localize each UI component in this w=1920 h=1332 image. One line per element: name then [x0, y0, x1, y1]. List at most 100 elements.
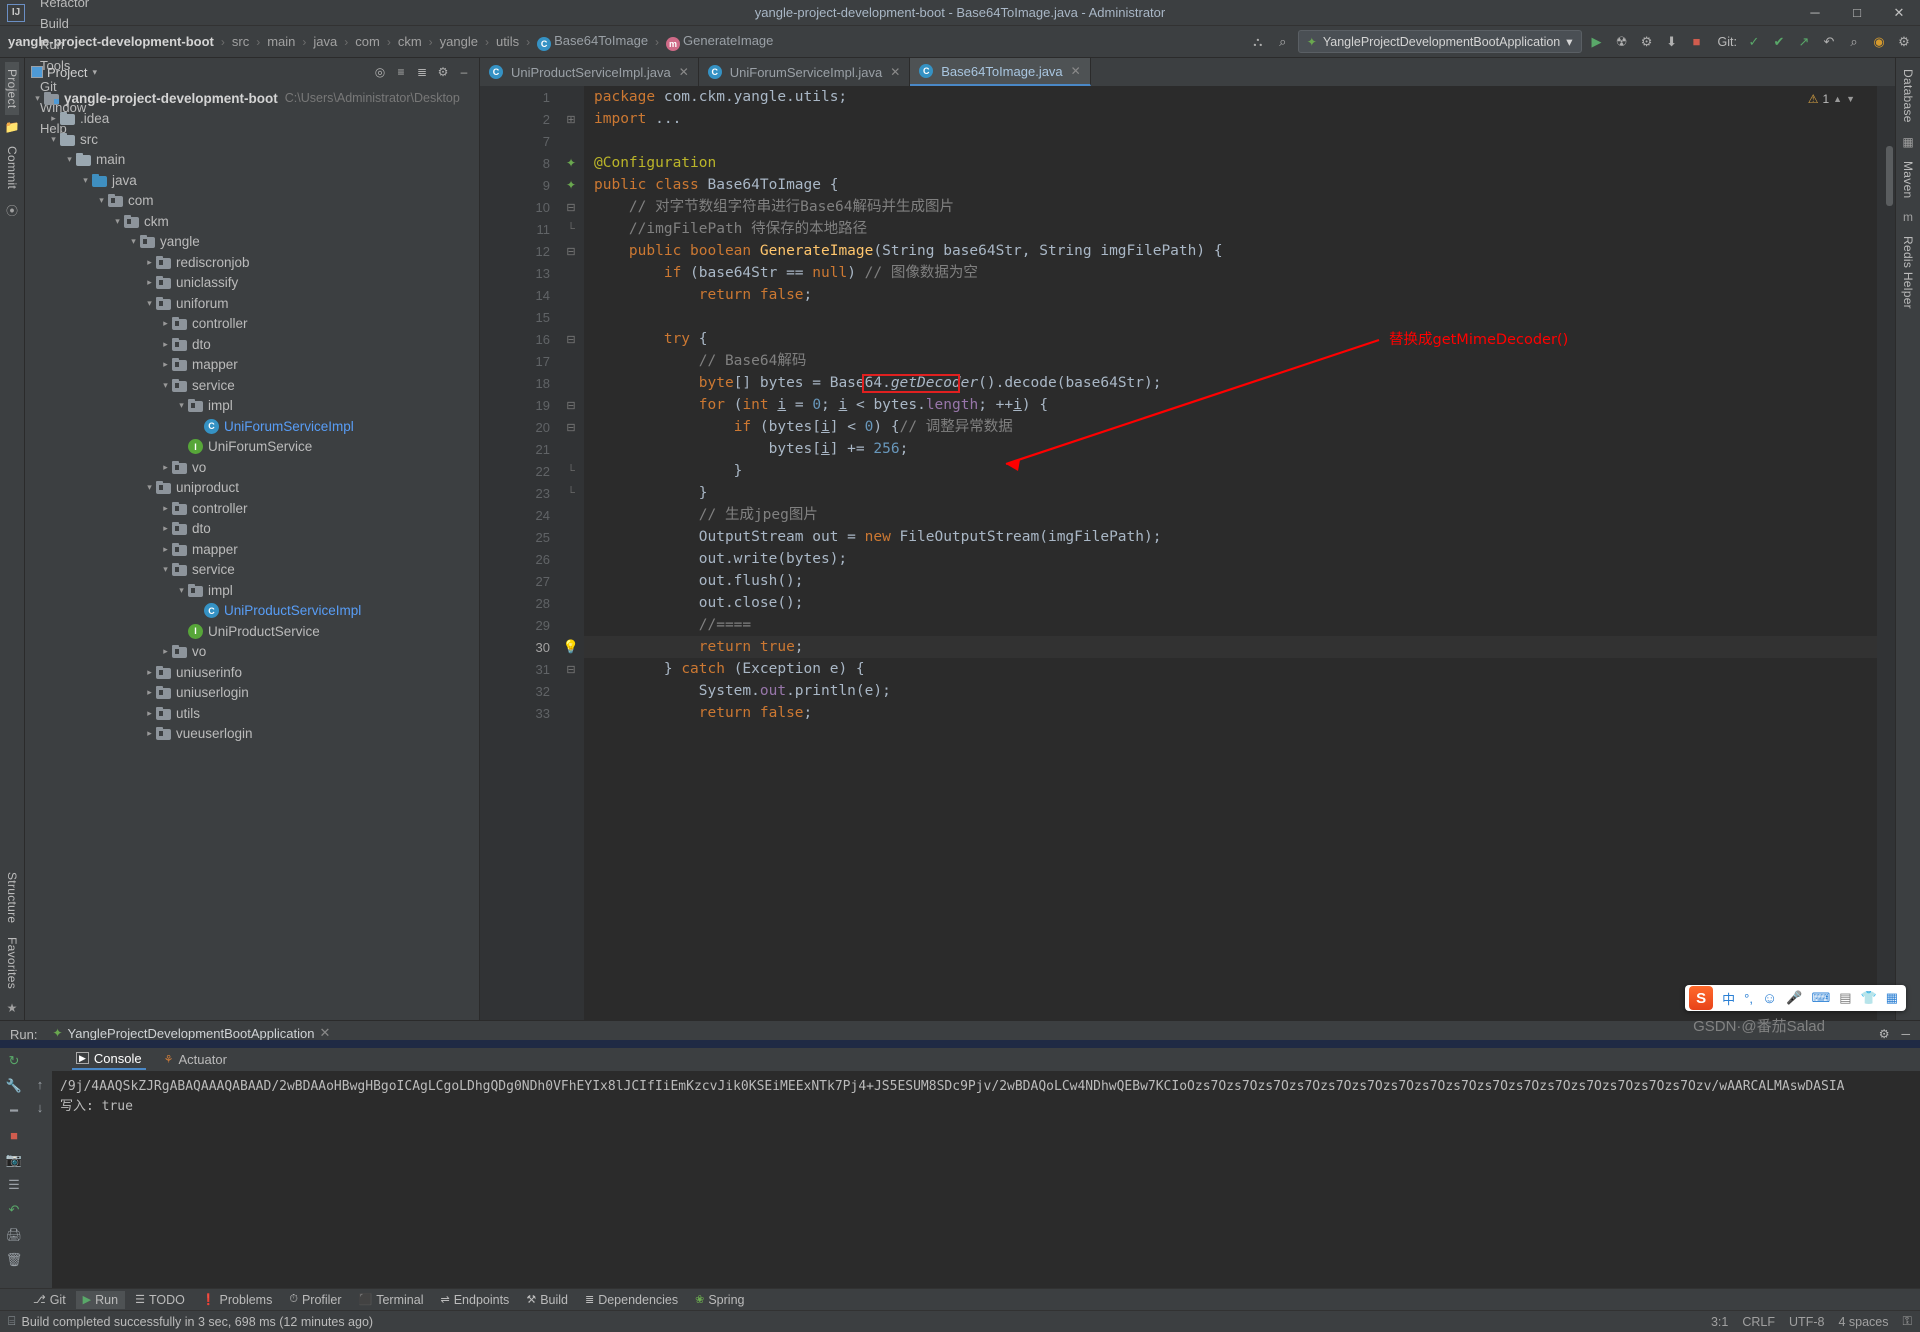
close-icon[interactable]: ✕ [890, 65, 900, 79]
fold-icon[interactable]: ⊟ [558, 658, 584, 680]
run-hide-icon[interactable]: ─ [1901, 1027, 1910, 1041]
chevron-right-icon[interactable]: ▸ [143, 728, 156, 739]
profiler-button[interactable]: ⬇ [1662, 31, 1682, 53]
sidebar-item-commit[interactable]: Commit [5, 139, 19, 196]
soft-wrap-icon[interactable]: ↶ [9, 1202, 20, 1218]
tree-item-uniproduct[interactable]: ▾ uniproduct [25, 478, 479, 499]
hide-icon[interactable]: – [455, 63, 473, 81]
indent-setting[interactable]: 4 spaces [1838, 1315, 1888, 1329]
sidebar-item-maven[interactable]: Maven [1901, 154, 1915, 206]
tree-item-uniuserinfo[interactable]: ▸ uniuserinfo [25, 662, 479, 683]
tool-window-dependencies[interactable]: ≣ Dependencies [578, 1291, 685, 1309]
tree-item-dto[interactable]: ▸ dto [25, 519, 479, 540]
chevron-right-icon[interactable]: ▸ [159, 318, 172, 329]
spring-bean-icon[interactable]: ✦ [558, 174, 584, 196]
code-content[interactable]: package com.ckm.yangle.utils; import ... @… [584, 86, 1877, 1020]
breadcrumb-item-base64toimage[interactable]: C Base64ToImage [535, 33, 650, 51]
tree-item-uniproductserviceimpl[interactable]: C UniProductServiceImpl [25, 601, 479, 622]
editor-tab-uniforumserviceimpl[interactable]: C UniForumServiceImpl.java ✕ [699, 58, 911, 86]
tree-item-java[interactable]: ▾ java [25, 170, 479, 191]
up-arrow-icon[interactable]: ↑ [37, 1077, 44, 1092]
down-arrow-icon[interactable]: ↓ [37, 1100, 44, 1115]
fold-end-icon[interactable]: └ [558, 218, 584, 240]
tree-item-com[interactable]: ▾ com [25, 191, 479, 212]
collapse-all-icon[interactable]: ≡ [392, 63, 410, 81]
maven-icon[interactable]: m [1903, 205, 1913, 229]
tree-item-controller[interactable]: ▸ controller [25, 314, 479, 335]
chevron-right-icon[interactable]: ▸ [143, 687, 156, 698]
chevron-right-icon[interactable]: ▸ [159, 462, 172, 473]
tree-item-service[interactable]: ▾ service [25, 375, 479, 396]
tree-item-ckm[interactable]: ▾ ckm [25, 211, 479, 232]
tool-window-git[interactable]: ⎇ Git [26, 1291, 73, 1309]
tree-item-uniproductservice[interactable]: I UniProductService [25, 621, 479, 642]
tool-window-problems[interactable]: ❗ Problems [195, 1291, 280, 1309]
spring-bean-icon[interactable]: ✦ [558, 152, 584, 174]
tree-item-impl[interactable]: ▾ impl [25, 396, 479, 417]
fold-end-icon[interactable]: └ [558, 460, 584, 482]
editor-scrollbar[interactable] [1877, 86, 1895, 1020]
camera-icon[interactable]: 📷 [6, 1152, 22, 1168]
ime-apps-icon[interactable]: ▦ [1886, 990, 1898, 1006]
expand-icon[interactable]: ≣ [413, 63, 431, 81]
git-push-button[interactable]: ↗ [1794, 31, 1814, 53]
tree-item-main[interactable]: ▾ main [25, 150, 479, 171]
tree-item-vo[interactable]: ▸ vo [25, 642, 479, 663]
chevron-down-icon[interactable]: ▾ [159, 380, 172, 391]
git-rollback-button[interactable]: ↶ [1819, 31, 1839, 53]
tree-item-controller[interactable]: ▸ controller [25, 498, 479, 519]
settings-gear-icon[interactable]: ⚙ [1894, 31, 1914, 53]
fold-marker-gutter[interactable]: ⊞ ✦ ✦ ⊟ └ ⊟ ⊟ ⊟ ⊟ └ └ 💡 ⊟ [558, 86, 584, 1020]
sidebar-item-project[interactable]: Project [5, 62, 19, 116]
ime-mode-icon[interactable]: 中 [1722, 989, 1735, 1008]
tree-item-impl[interactable]: ▾ impl [25, 580, 479, 601]
tree-item-rediscronjob[interactable]: ▸ rediscronjob [25, 252, 479, 273]
git-commit-button[interactable]: ✔ [1769, 31, 1789, 53]
editor-tab-base64toimage[interactable]: C Base64ToImage.java ✕ [910, 58, 1091, 86]
chevron-right-icon[interactable]: ▸ [143, 257, 156, 268]
chevron-right-icon[interactable]: ▸ [143, 277, 156, 288]
search-everywhere-icon[interactable]: ⌕ [1273, 31, 1293, 53]
database-icon[interactable]: ▦ [1902, 130, 1913, 154]
run-button[interactable]: ▶ [1587, 31, 1607, 53]
chevron-right-icon[interactable]: ▸ [143, 667, 156, 678]
chevron-down-icon[interactable]: ▼ [1846, 94, 1855, 104]
chevron-down-icon[interactable]: ▾ [95, 195, 108, 206]
fold-icon[interactable]: ⊟ [558, 240, 584, 262]
close-icon[interactable]: ✕ [1071, 64, 1081, 78]
stop-button[interactable]: ■ [1687, 31, 1707, 53]
sidebar-item-favorites[interactable]: Favorites [5, 930, 19, 996]
sidebar-item-redis-helper[interactable]: Redis Helper [1901, 229, 1915, 316]
console-tab-console[interactable]: ▶ Console [72, 1049, 146, 1070]
sogou-logo-icon[interactable]: S [1689, 986, 1714, 1010]
tool-window-endpoints[interactable]: ⇌ Endpoints [433, 1291, 516, 1309]
list-icon[interactable]: ☰ [8, 1177, 20, 1193]
tree-item-mapper[interactable]: ▸ mapper [25, 539, 479, 560]
tree-item-vueuserlogin[interactable]: ▸ vueuserlogin [25, 724, 479, 745]
folder-icon[interactable]: 📁 [5, 115, 20, 139]
commit-icon[interactable]: ⦿ [6, 197, 18, 224]
scrollbar-thumb[interactable] [1886, 146, 1893, 206]
ime-keyboard-icon[interactable]: ⌨ [1811, 990, 1830, 1006]
file-encoding[interactable]: UTF-8 [1789, 1315, 1824, 1329]
close-icon[interactable]: ✕ [319, 1025, 330, 1041]
lock-icon[interactable]: ⚿ [1902, 1314, 1912, 1329]
tool-window-terminal[interactable]: ⬛ Terminal [352, 1291, 431, 1309]
breadcrumb-item-com[interactable]: com [353, 34, 382, 49]
maximize-button[interactable]: □ [1836, 0, 1878, 26]
chevron-right-icon[interactable]: ▸ [159, 646, 172, 657]
tree-item-utils[interactable]: ▸ utils [25, 703, 479, 724]
ime-toolbar[interactable]: S 中 °, ☺ 🎤 ⌨ ▤ 👕 ▦ [1685, 985, 1906, 1011]
chevron-right-icon[interactable]: ▸ [159, 359, 172, 370]
stop-icon[interactable]: ■ [10, 1128, 18, 1143]
chevron-right-icon[interactable]: ▸ [159, 503, 172, 514]
chevron-right-icon[interactable]: ▸ [159, 523, 172, 534]
chevron-down-icon[interactable]: ▾ [111, 216, 124, 227]
chevron-down-icon[interactable]: ▾ [159, 564, 172, 575]
ime-user-icon[interactable]: ▤ [1839, 990, 1851, 1006]
tool-window-build[interactable]: ⚒ Build [519, 1291, 575, 1309]
menu-git[interactable]: Git [31, 76, 100, 97]
tree-item-uniforum[interactable]: ▾ uniforum [25, 293, 479, 314]
fold-icon[interactable]: ⊟ [558, 328, 584, 350]
ime-emoji-icon[interactable]: ☺ [1762, 990, 1777, 1007]
